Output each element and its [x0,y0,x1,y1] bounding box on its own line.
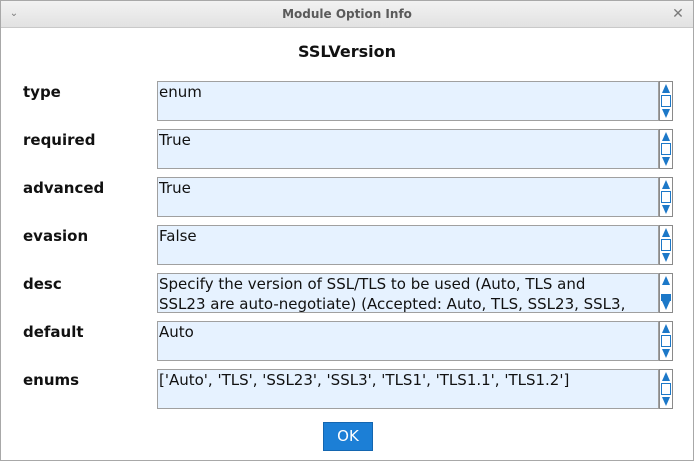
field-advanced[interactable]: True [157,177,659,217]
option-name-heading: SSLVersion [298,42,396,61]
field-advanced-text: True [159,179,191,197]
arrow-up-icon[interactable] [662,228,670,237]
arrow-down-icon[interactable] [662,301,670,310]
field-evasion-text: False [159,227,197,245]
field-required-scrollbar[interactable] [659,129,673,169]
field-desc-text: Specify the version of SSL/TLS to be use… [159,275,626,313]
label-advanced: advanced [23,179,105,197]
arrow-up-icon[interactable] [662,276,670,285]
field-type-text: enum [159,83,202,101]
field-evasion-scrollbar[interactable] [659,225,673,265]
label-default: default [23,323,84,341]
scroll-thumb[interactable] [661,383,671,395]
ok-button[interactable]: OK [323,422,373,451]
label-required: required [23,131,96,149]
field-desc[interactable]: Specify the version of SSL/TLS to be use… [157,273,659,313]
arrow-down-icon[interactable] [662,157,670,166]
window-title: Module Option Info [282,7,412,21]
arrow-down-icon[interactable] [662,205,670,214]
arrow-down-icon[interactable] [662,253,670,262]
title-bar[interactable]: ⌄ Module Option Info ✕ [1,1,693,28]
scroll-thumb[interactable] [661,95,671,107]
arrow-up-icon[interactable] [662,180,670,189]
label-type: type [23,83,61,101]
scroll-thumb[interactable] [661,191,671,203]
module-option-info-dialog: ⌄ Module Option Info ✕ SSLVersion type e… [0,0,694,461]
scroll-thumb[interactable] [661,239,671,251]
field-required-text: True [159,131,191,149]
field-enums-scrollbar[interactable] [659,369,673,409]
scroll-thumb[interactable] [661,143,671,155]
field-type[interactable]: enum [157,81,659,121]
close-icon[interactable]: ✕ [669,5,687,23]
arrow-up-icon[interactable] [662,132,670,141]
field-desc-scrollbar[interactable] [659,273,673,313]
label-desc: desc [23,275,62,293]
arrow-down-icon[interactable] [662,349,670,358]
field-required[interactable]: True [157,129,659,169]
field-default-text: Auto [159,323,194,341]
label-enums: enums [23,371,80,389]
arrow-down-icon[interactable] [662,109,670,118]
field-enums[interactable]: ['Auto', 'TLS', 'SSL23', 'SSL3', 'TLS1',… [157,369,659,409]
field-default[interactable]: Auto [157,321,659,361]
label-evasion: evasion [23,227,89,245]
arrow-up-icon[interactable] [662,324,670,333]
field-enums-text: ['Auto', 'TLS', 'SSL23', 'SSL3', 'TLS1',… [159,371,570,389]
scroll-thumb[interactable] [661,294,671,301]
arrow-down-icon[interactable] [662,397,670,406]
field-evasion[interactable]: False [157,225,659,265]
arrow-up-icon[interactable] [662,372,670,381]
scroll-thumb[interactable] [661,335,671,347]
arrow-up-icon[interactable] [662,84,670,93]
field-advanced-scrollbar[interactable] [659,177,673,217]
field-default-scrollbar[interactable] [659,321,673,361]
field-type-scrollbar[interactable] [659,81,673,121]
